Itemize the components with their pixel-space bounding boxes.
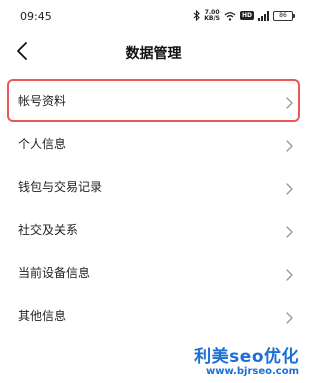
status-time: 09:45 [20,10,52,23]
battery-icon: 86 [273,10,295,21]
list-item-device-info[interactable]: 当前设备信息 [0,251,307,294]
list-item-label: 当前设备信息 [18,266,91,280]
list-item-label: 社交及关系 [18,223,79,237]
status-icons: 7.00 KB/S HD 86 [193,6,295,25]
list-item-social-relations[interactable]: 社交及关系 [0,208,307,251]
chevron-right-icon [285,223,293,238]
data-management-list: 帐号资料 个人信息 钱包与交易记录 社交及关系 当前设备信息 其他信息 [0,79,307,337]
hd-badge: HD [239,11,254,20]
page-title: 数据管理 [125,46,182,62]
list-item-personal-info[interactable]: 个人信息 [0,122,307,165]
chevron-right-icon [285,180,293,195]
chevron-right-icon [285,94,293,109]
list-item-label: 个人信息 [18,137,67,151]
status-bar: 09:45 7.00 KB/S HD 86 [0,0,307,30]
chevron-right-icon [285,309,293,324]
signal-icon [258,6,269,25]
header: 数据管理 [0,30,307,72]
watermark-brand: 利美seo优化 [194,347,299,367]
list-item-wallet-transactions[interactable]: 钱包与交易记录 [0,165,307,208]
list-item-account-profile[interactable]: 帐号资料 [7,79,300,122]
wifi-icon [224,6,236,25]
list-item-label: 钱包与交易记录 [18,180,103,194]
bluetooth-icon [193,6,201,25]
list-item-label: 其他信息 [18,309,67,323]
chevron-right-icon [285,266,293,281]
list-item-label: 帐号资料 [18,94,67,108]
network-speed: 7.00 KB/S [204,9,220,22]
network-speed-unit: KB/S [204,14,220,22]
chevron-right-icon [285,137,293,152]
watermark: 利美seo优化 www.bjrseo.com [194,342,299,377]
list-item-other-info[interactable]: 其他信息 [0,294,307,337]
watermark-url: www.bjrseo.com [205,366,299,377]
